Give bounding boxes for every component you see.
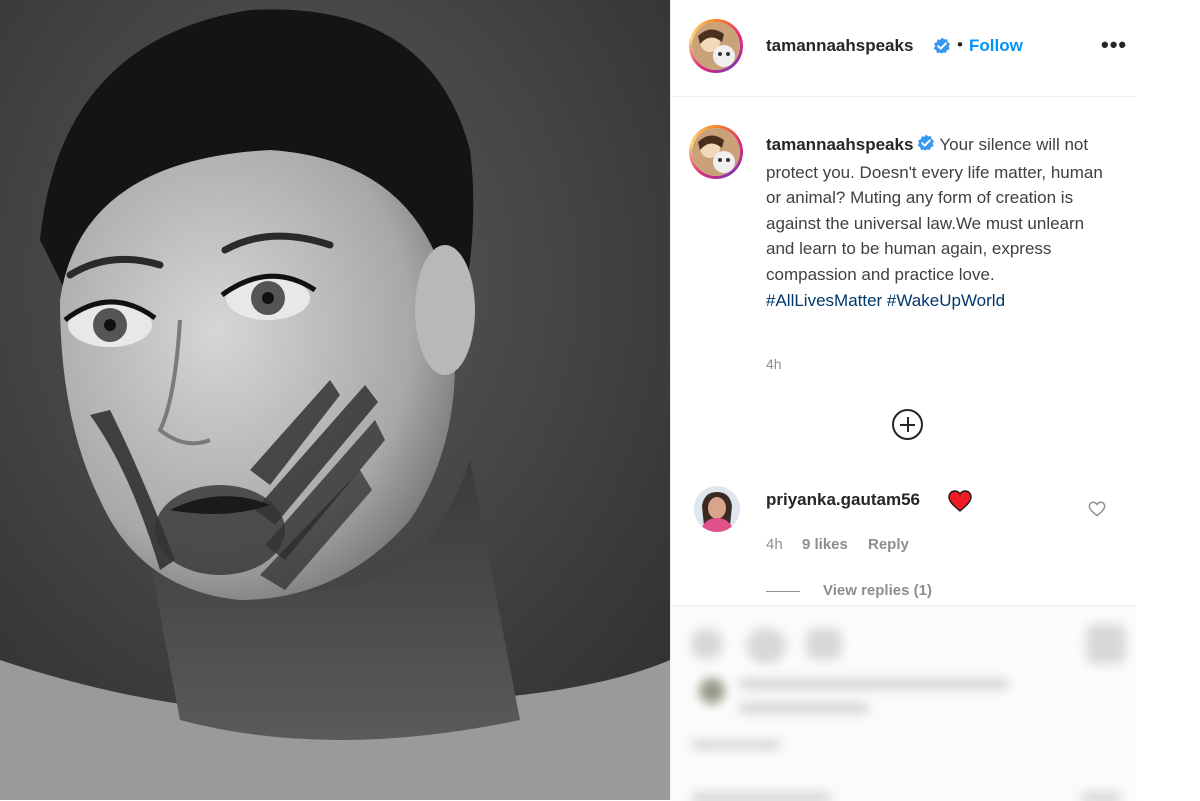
caption-username[interactable]: tamannaahspeaks: [766, 135, 913, 154]
plus-circle-icon[interactable]: [892, 409, 923, 440]
more-options-icon[interactable]: •••: [1101, 34, 1127, 56]
blurred-actions-area: [671, 605, 1137, 801]
post-caption: tamannaahspeaks Your silence will not pr…: [766, 132, 1106, 313]
verified-badge-icon: [933, 37, 951, 60]
heart-outline-icon[interactable]: [1088, 501, 1106, 522]
caption-author-avatar[interactable]: [689, 125, 743, 179]
page-gutter: [1136, 0, 1200, 800]
author-avatar[interactable]: [689, 19, 743, 73]
view-replies-button[interactable]: View replies (1): [823, 582, 932, 599]
reply-button[interactable]: Reply: [868, 536, 909, 553]
replies-divider: [766, 591, 800, 592]
post-sidebar: tamannaahspeaks • Follow ••• tamannaahsp…: [670, 0, 1137, 801]
comment-timestamp: 4h: [766, 536, 783, 553]
post-header: tamannaahspeaks • Follow •••: [671, 0, 1137, 97]
comment-likes-count[interactable]: 9 likes: [802, 536, 848, 553]
caption-hashtags[interactable]: #AllLivesMatter #WakeUpWorld: [766, 291, 1005, 310]
verified-badge-icon: [917, 134, 935, 160]
caption-timestamp: 4h: [766, 356, 782, 372]
commenter-avatar[interactable]: [694, 486, 740, 532]
follow-button[interactable]: Follow: [969, 36, 1023, 56]
author-username[interactable]: tamannaahspeaks: [766, 36, 913, 56]
post-photo: [0, 0, 670, 800]
header-separator: •: [957, 35, 963, 54]
commenter-username[interactable]: priyanka.gautam56: [766, 490, 920, 510]
red-heart-icon: [948, 490, 972, 517]
